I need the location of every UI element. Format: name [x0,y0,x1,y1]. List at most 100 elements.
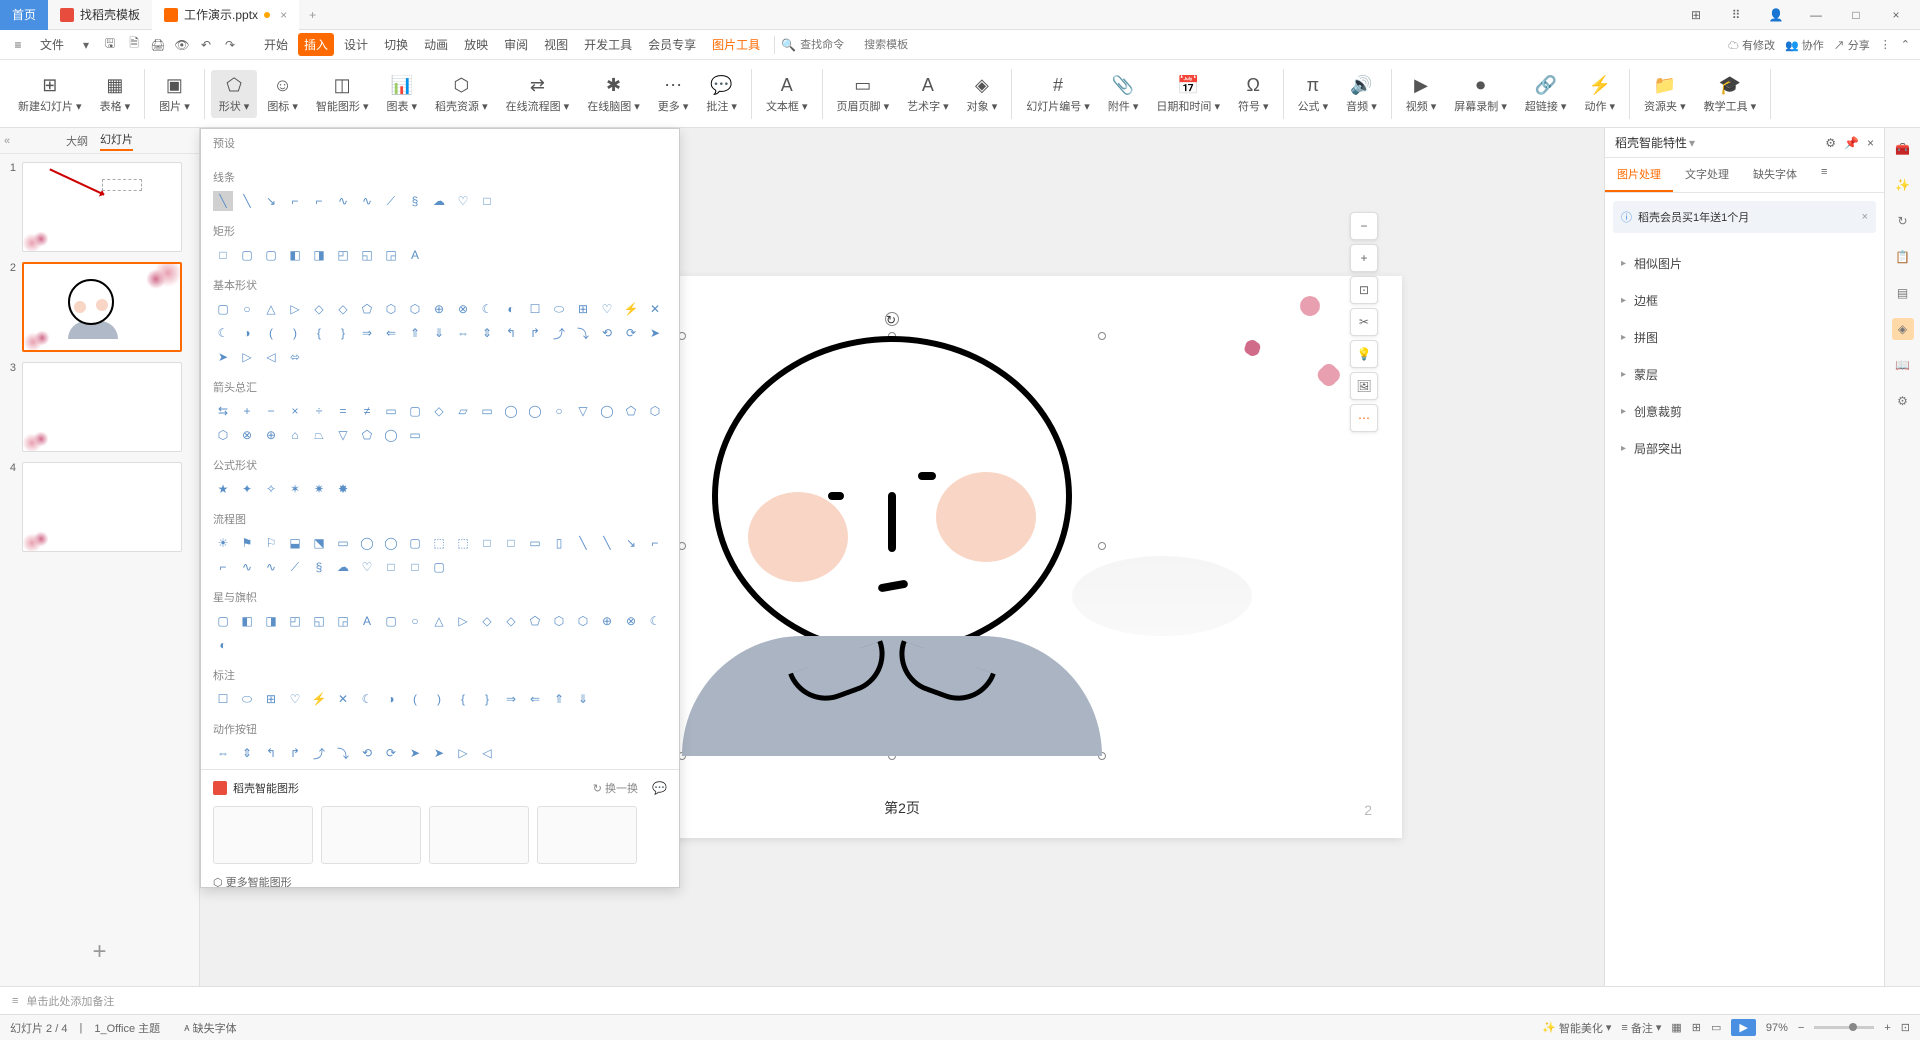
shape-星与旗帜-1[interactable]: ◧ [237,611,257,631]
shape-标注-9[interactable]: ) [429,689,449,709]
save-as-icon[interactable]: 🗎 [126,37,142,53]
shape-标注-4[interactable]: ⚡ [309,689,329,709]
shape-流程图-10[interactable]: ⬚ [453,533,473,553]
shape-箭头总汇-12[interactable]: ◯ [501,401,521,421]
shape-基本形状-1[interactable]: ○ [237,299,257,319]
shape-箭头总汇-19[interactable]: ⬡ [213,425,233,445]
shape-星与旗帜-19[interactable]: ◐ [213,635,233,655]
shape-标注-5[interactable]: ✕ [333,689,353,709]
shape-流程图-2[interactable]: ⚐ [261,533,281,553]
shape-流程图-13[interactable]: ▭ [525,533,545,553]
shape-箭头总汇-3[interactable]: × [285,401,305,421]
shape-星与旗帜-13[interactable]: ⬠ [525,611,545,631]
menu-切换[interactable]: 切换 [378,33,414,56]
shape-箭头总汇-9[interactable]: ◇ [429,401,449,421]
ribbon-公式[interactable]: π公式 ▾ [1290,70,1337,118]
smart-shape-2[interactable] [321,806,421,864]
shape-基本形状-34[interactable]: ⤵ [573,323,593,343]
shape-箭头总汇-21[interactable]: ⊕ [261,425,281,445]
menu-审阅[interactable]: 审阅 [498,33,534,56]
hamburger-icon[interactable]: ≡ [10,37,26,53]
shape-流程图-26[interactable]: □ [381,557,401,577]
shape-箭头总汇-16[interactable]: ◯ [597,401,617,421]
expand-icon[interactable]: ⌃ [1901,38,1910,51]
shape-基本形状-17[interactable]: ⚡ [621,299,641,319]
shape-星与旗帜-11[interactable]: ◇ [477,611,497,631]
command-search[interactable]: 🔍 [774,36,940,54]
undo-icon[interactable]: ↶ [198,37,214,53]
shape-流程图-22[interactable]: ⟋ [285,557,305,577]
shape-箭头总汇-7[interactable]: ▭ [381,401,401,421]
shape-星与旗帜-6[interactable]: A [357,611,377,631]
shape-动作按钮-8[interactable]: ➤ [405,743,425,763]
more-icon[interactable]: ⋮ [1880,38,1891,51]
shape-基本形状-7[interactable]: ⬡ [381,299,401,319]
shape-箭头总汇-4[interactable]: ÷ [309,401,329,421]
shape-流程图-9[interactable]: ⬚ [429,533,449,553]
search-cmd-input[interactable] [800,39,860,51]
right-tab-缺失字体[interactable]: 缺失字体 [1741,158,1809,192]
float-tool-3[interactable]: ✂ [1350,308,1378,336]
shape-流程图-8[interactable]: ▢ [405,533,425,553]
float-tool-2[interactable]: ⊡ [1350,276,1378,304]
shape-星与旗帜-14[interactable]: ⬡ [549,611,569,631]
shape-流程图-19[interactable]: ⌐ [213,557,233,577]
chat-icon[interactable]: 💬 [652,781,667,795]
plugin-icon[interactable]: ✨ [1892,174,1914,196]
shape-基本形状-20[interactable]: ◑ [237,323,257,343]
avatar-icon[interactable]: 👤 [1762,1,1790,29]
layers-icon[interactable]: ▤ [1892,282,1914,304]
notes-toggle[interactable]: ≡ 备注 ▾ [1621,1020,1661,1036]
shape-基本形状-38[interactable]: ➤ [213,347,233,367]
toolbox-icon[interactable]: 🧰 [1892,138,1914,160]
shape-流程图-4[interactable]: ⬔ [309,533,329,553]
slide-thumb-3[interactable] [22,362,182,452]
search-tpl-input[interactable] [864,39,934,51]
menu-开发工具[interactable]: 开发工具 [578,33,638,56]
shape-公式形状-1[interactable]: ✦ [237,479,257,499]
shape-动作按钮-11[interactable]: ◁ [477,743,497,763]
pin-icon[interactable]: 📌 [1844,136,1859,150]
ribbon-动作[interactable]: ⚡动作 ▾ [1576,70,1623,118]
menu-开始[interactable]: 开始 [258,33,294,56]
right-tab-文字处理[interactable]: 文字处理 [1673,158,1741,192]
shape-标注-14[interactable]: ⇑ [549,689,569,709]
shape-箭头总汇-8[interactable]: ▢ [405,401,425,421]
shape-矩形-8[interactable]: A [405,245,425,265]
option-蒙层[interactable]: 蒙层 [1605,356,1884,393]
option-局部突出[interactable]: 局部突出 [1605,430,1884,467]
grid-icon[interactable]: ⊞ [1682,1,1710,29]
menu-会员专享[interactable]: 会员专享 [642,33,702,56]
menu-视图[interactable]: 视图 [538,33,574,56]
shape-流程图-12[interactable]: □ [501,533,521,553]
shape-箭头总汇-5[interactable]: = [333,401,353,421]
float-tool-1[interactable]: + [1350,244,1378,272]
shape-箭头总汇-27[interactable]: ▭ [405,425,425,445]
rotate-handle[interactable]: ↻ [885,312,899,326]
add-slide-button[interactable]: + [92,938,106,966]
shape-线条-8[interactable]: § [405,191,425,211]
shape-基本形状-39[interactable]: ▷ [237,347,257,367]
shape-流程图-23[interactable]: § [309,557,329,577]
smart-shape-3[interactable] [429,806,529,864]
redo-icon[interactable]: ↷ [222,37,238,53]
ribbon-符号[interactable]: Ω符号 ▾ [1230,70,1277,118]
ribbon-形状[interactable]: ⬠形状 ▾ [211,70,258,118]
menu-插入[interactable]: 插入 [298,33,334,56]
shape-箭头总汇-6[interactable]: ≠ [357,401,377,421]
ribbon-艺术字[interactable]: A艺术字 ▾ [899,70,957,118]
ribbon-批注[interactable]: 💬批注 ▾ [698,70,745,118]
shape-星与旗帜-10[interactable]: ▷ [453,611,473,631]
print-icon[interactable]: 🖨 [150,37,166,53]
shape-流程图-11[interactable]: □ [477,533,497,553]
shape-矩形-0[interactable]: □ [213,245,233,265]
ribbon-资源夹[interactable]: 📁资源夹 ▾ [1636,70,1694,118]
collab-button[interactable]: 👥 协作 [1785,37,1824,53]
shape-基本形状-0[interactable]: ▢ [213,299,233,319]
file-menu[interactable]: 文件 [34,33,70,56]
shape-基本形状-36[interactable]: ⟳ [621,323,641,343]
shape-线条-6[interactable]: ∿ [357,191,377,211]
ribbon-文本框[interactable]: A文本框 ▾ [758,70,816,118]
ribbon-教学工具[interactable]: 🎓教学工具 ▾ [1696,70,1765,118]
shape-矩形-7[interactable]: ◲ [381,245,401,265]
